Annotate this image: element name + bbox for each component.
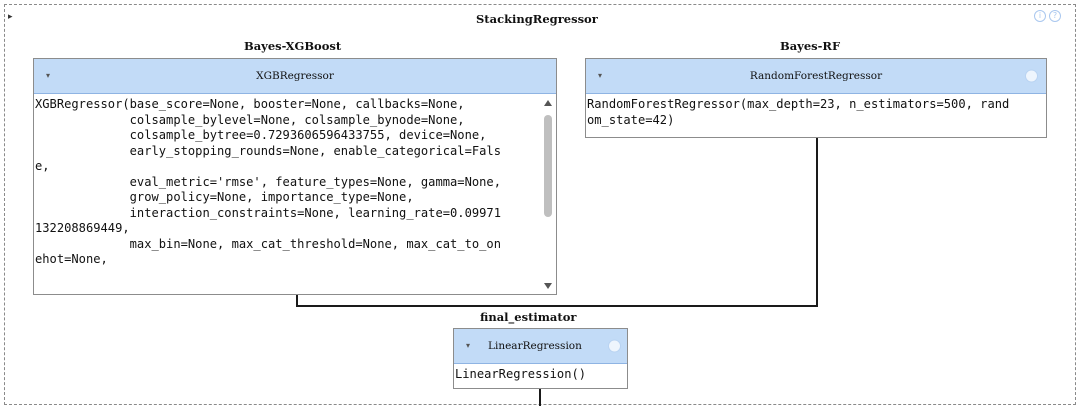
connector-rf-down [816,137,818,306]
info-icon[interactable]: i [1034,10,1046,22]
info-icons: i ? [1034,10,1061,22]
section-title-final-estimator: final_estimator [480,310,577,324]
xgb-scrollbar[interactable] [542,97,554,292]
help-icon[interactable]: ? [1049,10,1061,22]
final-estimator-box: ▾ LinearRegression LinearRegression() [453,328,628,389]
connector-horizontal [296,305,818,307]
collapse-icon: ▾ [466,341,471,350]
scroll-up-arrow-icon[interactable] [544,100,552,106]
xgb-estimator-box: ▾ XGBRegressor XGBRegressor(base_score=N… [33,58,557,295]
rf-estimator-label: RandomForestRegressor [749,70,883,82]
collapse-icon: ▾ [46,71,51,80]
final-estimator-header[interactable]: ▾ LinearRegression [454,329,627,364]
xgb-estimator-header[interactable]: ▾ XGBRegressor [34,59,556,94]
xgb-params-text: XGBRegressor(base_score=None, booster=No… [35,97,501,266]
xgb-estimator-label: XGBRegressor [256,70,334,82]
rf-estimator-box: ▾ RandomForestRegressor RandomForestRegr… [585,58,1047,138]
section-title-bayes-xgboost: Bayes-XGBoost [244,39,342,53]
scroll-down-arrow-icon[interactable] [544,283,552,289]
fitted-status-icon[interactable] [1025,69,1038,83]
connector-final-down [539,388,541,406]
stacking-regressor-title[interactable]: StackingRegressor [476,12,598,26]
rf-params-text: RandomForestRegressor(max_depth=23, n_es… [587,97,1010,127]
fitted-status-icon[interactable] [608,339,621,353]
section-title-bayes-rf: Bayes-RF [780,39,841,53]
scroll-thumb[interactable] [544,115,552,217]
collapse-icon: ▾ [598,71,603,80]
final-estimator-label: LinearRegression [488,340,582,352]
final-params-text: LinearRegression() [455,367,587,381]
stacking-toggle-icon[interactable]: ▸ [8,13,13,22]
rf-estimator-header[interactable]: ▾ RandomForestRegressor [586,59,1046,94]
